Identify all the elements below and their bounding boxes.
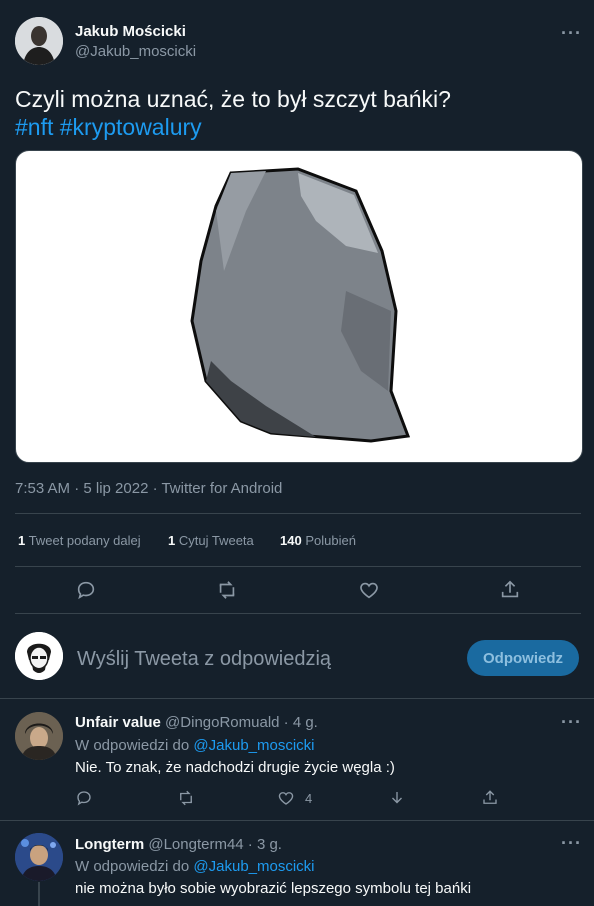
divider bbox=[0, 820, 594, 821]
tweet-text-line: Czyli można uznać, że to był szczyt bańk… bbox=[15, 86, 451, 112]
divider bbox=[15, 566, 581, 567]
likes-count: 140 bbox=[280, 533, 302, 548]
reply-button[interactable] bbox=[73, 577, 99, 603]
reply-to-handle[interactable]: @Jakub_moscicki bbox=[193, 737, 314, 754]
tweet-timestamp[interactable]: 7:53 AM · 5 lip 2022 · Twitter for Andro… bbox=[15, 480, 282, 497]
quotes-stat[interactable]: 1 Cytuj Tweeta bbox=[168, 533, 254, 548]
hashtag-link[interactable]: #nft bbox=[15, 114, 53, 140]
share-icon bbox=[483, 790, 497, 804]
author-handle[interactable]: @Jakub_moscicki bbox=[75, 43, 196, 60]
more-options-icon[interactable]: ··· bbox=[561, 23, 582, 44]
reply-handle-time[interactable]: @DingoRomuald · 4 g. bbox=[165, 714, 318, 731]
reply-to-line: W odpowiedzi do @Jakub_moscicki bbox=[75, 737, 315, 754]
like-count: 4 bbox=[305, 790, 313, 806]
heart-icon bbox=[278, 792, 294, 805]
thread-line bbox=[38, 882, 40, 906]
divider bbox=[15, 513, 581, 514]
reply-to-handle[interactable]: @Jakub_moscicki bbox=[193, 858, 314, 875]
divider bbox=[15, 613, 581, 614]
like-button[interactable]: 4 bbox=[277, 787, 312, 809]
likes-stat[interactable]: 140 Polubień bbox=[280, 533, 356, 548]
reply-handle-time[interactable]: @Longterm44 · 3 g. bbox=[148, 836, 282, 853]
reply-text: Nie. To znak, że nadchodzi drugie życie … bbox=[75, 759, 395, 776]
reply-to-prefix: W odpowiedzi do bbox=[75, 858, 190, 875]
author-avatar[interactable] bbox=[15, 17, 63, 65]
reply-author-name[interactable]: Longterm bbox=[75, 836, 144, 853]
retweets-stat[interactable]: 1 Tweet podany dalej bbox=[18, 533, 141, 548]
more-options-icon[interactable]: ··· bbox=[561, 833, 582, 854]
download-button[interactable] bbox=[386, 787, 408, 809]
retweet-button[interactable] bbox=[214, 577, 240, 603]
quotes-count: 1 bbox=[168, 533, 176, 548]
reply-to-line: W odpowiedzi do @Jakub_moscicki bbox=[75, 858, 315, 875]
reply-to-prefix: W odpowiedzi do bbox=[75, 737, 190, 754]
more-options-icon[interactable]: ··· bbox=[561, 712, 582, 733]
share-button[interactable] bbox=[479, 787, 501, 809]
reply-header: Longterm @Longterm44 · 3 g. bbox=[75, 836, 282, 853]
share-icon bbox=[501, 580, 519, 598]
reply-input[interactable]: Wyślij Tweeta z odpowiedzią bbox=[77, 648, 331, 671]
reply-header: Unfair value @DingoRomuald · 4 g. bbox=[75, 714, 318, 731]
tweet-text: Czyli można uznać, że to był szczyt bańk… bbox=[15, 85, 575, 141]
retweets-label: Tweet podany dalej bbox=[28, 533, 141, 548]
share-button[interactable] bbox=[497, 577, 523, 603]
divider bbox=[0, 698, 594, 699]
reply-button[interactable] bbox=[73, 787, 95, 809]
retweets-count: 1 bbox=[18, 533, 26, 548]
reply-submit-button[interactable]: Odpowiedz bbox=[467, 640, 579, 676]
tweet-media-image[interactable] bbox=[15, 150, 583, 463]
download-arrow-icon bbox=[392, 792, 402, 804]
user-avatar[interactable] bbox=[15, 632, 63, 680]
reply-icon bbox=[77, 791, 91, 806]
retweet-icon bbox=[180, 790, 192, 806]
retweet-button[interactable] bbox=[175, 787, 197, 809]
likes-label: Polubień bbox=[305, 533, 356, 548]
reply-author-name[interactable]: Unfair value bbox=[75, 714, 161, 731]
retweet-icon bbox=[219, 581, 235, 599]
reply-icon bbox=[77, 581, 95, 600]
like-button[interactable] bbox=[356, 577, 382, 603]
reply-avatar[interactable] bbox=[15, 712, 63, 760]
reply-text: nie można było sobie wyobrazić lepszego … bbox=[75, 880, 472, 897]
author-name[interactable]: Jakub Mościcki bbox=[75, 23, 186, 40]
reply-avatar[interactable] bbox=[15, 833, 63, 881]
heart-icon bbox=[360, 582, 378, 599]
rock-illustration bbox=[190, 167, 411, 443]
quotes-label: Cytuj Tweeta bbox=[178, 533, 254, 548]
hashtag-link[interactable]: #kryptowalury bbox=[60, 114, 202, 140]
